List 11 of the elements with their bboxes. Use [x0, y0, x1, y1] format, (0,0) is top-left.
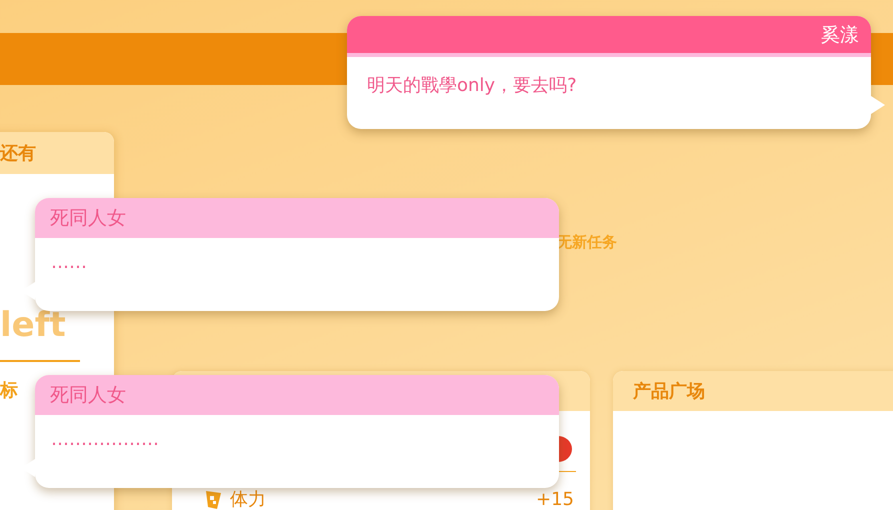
message-text: ………………	[50, 428, 160, 452]
sender-name: 死同人女	[50, 383, 126, 408]
card-title: 还有	[0, 142, 36, 165]
count-unit: left	[0, 308, 66, 342]
stat-value: +15	[536, 488, 574, 510]
card-title: 产品广场	[633, 380, 705, 403]
message-text: 明天的戰學only，要去吗?	[366, 74, 578, 98]
sender-name: 奚漾	[821, 22, 859, 48]
sender-name: 死同人女	[50, 206, 126, 231]
stat-label: 体力	[230, 488, 266, 510]
message-text: ……	[50, 251, 88, 275]
